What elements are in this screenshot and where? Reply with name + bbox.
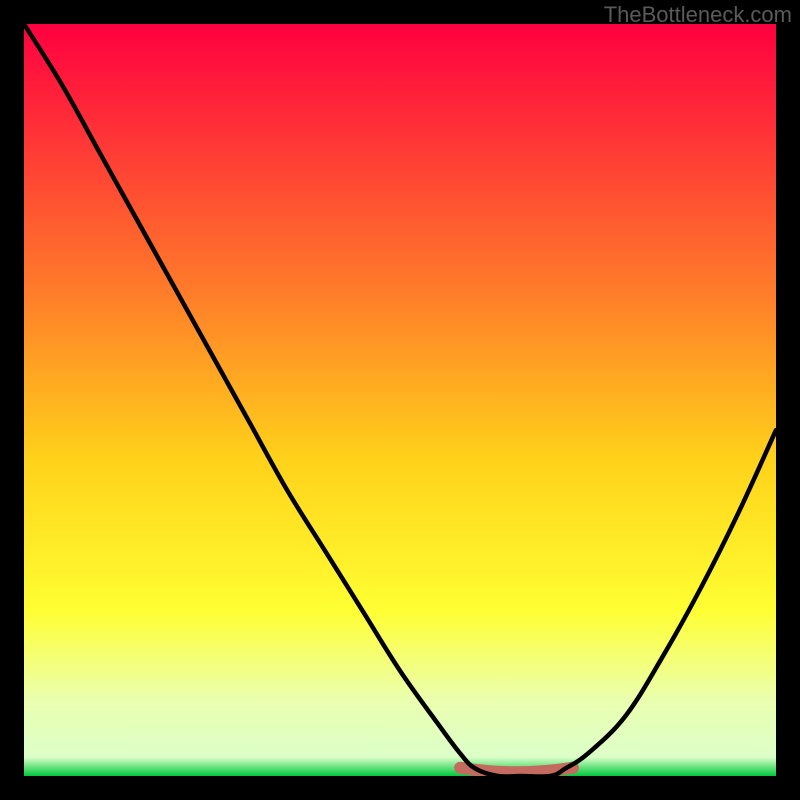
watermark-text: TheBottleneck.com	[604, 2, 792, 28]
curve-layer	[24, 24, 776, 776]
chart-root: TheBottleneck.com	[0, 0, 800, 800]
plot-area	[24, 24, 776, 776]
plot-frame	[24, 24, 776, 776]
bottleneck-curve	[24, 24, 776, 776]
